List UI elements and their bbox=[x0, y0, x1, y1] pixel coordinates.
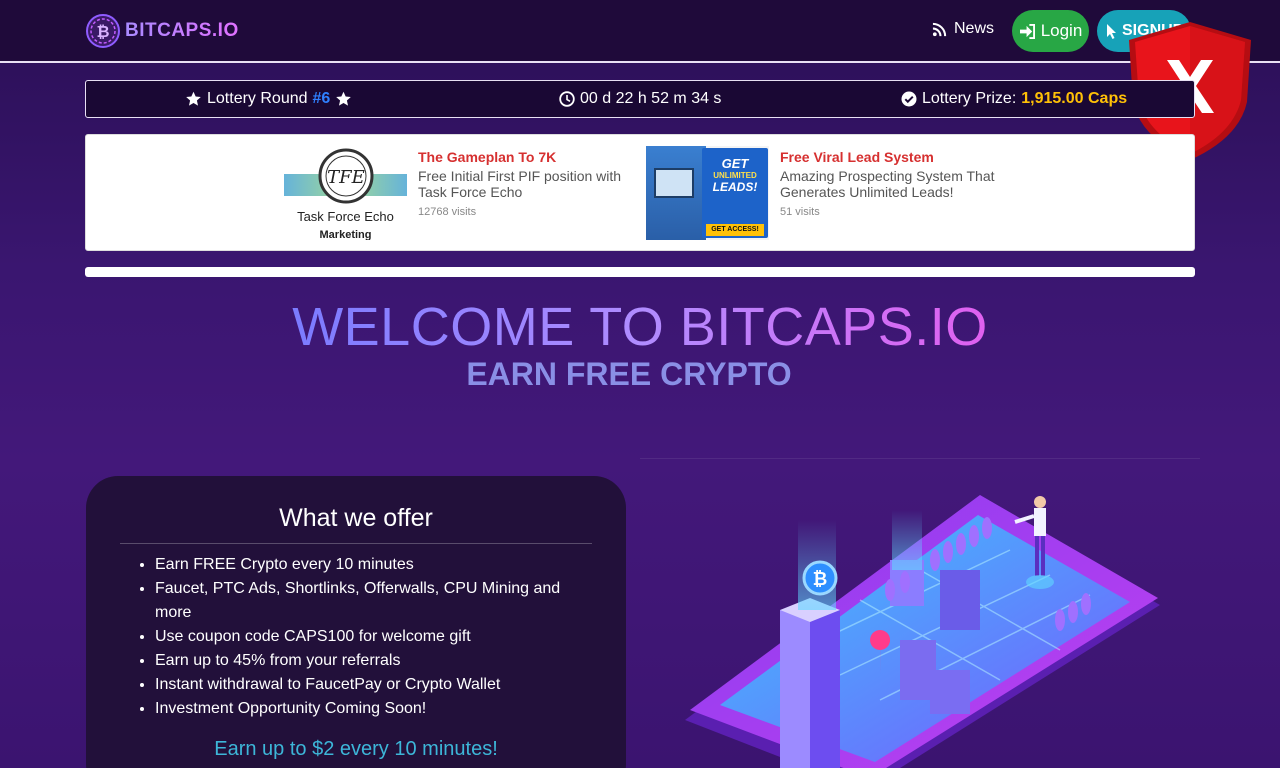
check-circle-icon bbox=[901, 91, 917, 107]
nav-news-label: News bbox=[954, 20, 995, 37]
nav-news-link[interactable]: News bbox=[932, 20, 994, 38]
brand-name: BITCAPS.IO bbox=[125, 20, 239, 41]
cursor-icon bbox=[1107, 24, 1116, 39]
svg-text:TFE: TFE bbox=[327, 167, 365, 188]
ad-description: Amazing Prospecting System That Generate… bbox=[780, 168, 995, 200]
navbar: ₿ BITCAPS.IO News Login SIGNUP bbox=[0, 0, 1280, 63]
ad-image-cta: GET ACCESS! bbox=[706, 224, 764, 236]
lottery-prize-label: Lottery Prize: bbox=[922, 90, 1017, 107]
ad-title[interactable]: Free Viral Lead System bbox=[780, 149, 1000, 165]
lottery-bar: Lottery Round #6 00 d 22 h 52 m 34 s Lot… bbox=[85, 80, 1195, 118]
ads-panel: TFE Task Force Echo Marketing The Gamepl… bbox=[85, 134, 1195, 251]
hero-title: WELCOME TO BITCAPS.IO bbox=[0, 296, 1280, 358]
offer-divider bbox=[120, 543, 592, 544]
rss-icon bbox=[932, 22, 947, 36]
ad-item[interactable]: TFE Task Force Echo Marketing The Gamepl… bbox=[284, 146, 638, 240]
ad-image-caption-2: Marketing bbox=[319, 229, 372, 240]
ad-title[interactable]: The Gameplan To 7K bbox=[418, 149, 638, 165]
star-icon bbox=[186, 91, 201, 106]
offer-item: Investment Opportunity Coming Soon! bbox=[155, 697, 575, 721]
login-label: Login bbox=[1040, 21, 1083, 40]
ad-image[interactable]: GET UNLIMITED LEADS! GET ACCESS! bbox=[646, 146, 769, 240]
svg-text:₿: ₿ bbox=[813, 569, 828, 590]
lottery-prize-value: 1,915.00 Caps bbox=[1021, 90, 1128, 107]
clock-icon bbox=[559, 91, 575, 107]
tfe-logo-icon: TFE bbox=[318, 148, 374, 204]
bitcoin-logo-icon: ₿ bbox=[86, 14, 120, 48]
ad-visits: 51 visits bbox=[780, 206, 820, 218]
lottery-round-number: #6 bbox=[312, 90, 331, 107]
ad-image[interactable]: TFE Task Force Echo Marketing bbox=[284, 146, 407, 240]
star-icon bbox=[336, 91, 352, 106]
ad-visits: 12768 visits bbox=[418, 206, 477, 218]
ad-image-headline-1: GET bbox=[721, 156, 749, 171]
sign-in-icon bbox=[1019, 23, 1035, 39]
offer-card: What we offer Earn FREE Crypto every 10 … bbox=[86, 476, 626, 768]
login-button[interactable]: Login bbox=[1012, 10, 1089, 52]
ad-image-caption: Task Force Echo bbox=[297, 209, 394, 224]
hero-title-text: WELCOME TO BITCAPS.IO bbox=[292, 297, 988, 357]
ad-text: The Gameplan To 7K Free Initial First PI… bbox=[418, 146, 638, 240]
svg-text:₿: ₿ bbox=[96, 22, 109, 41]
crypto-city-illustration: ₿ bbox=[685, 495, 1160, 768]
lottery-round: Lottery Round #6 bbox=[185, 90, 352, 108]
hero-subtitle: EARN FREE CRYPTO bbox=[466, 356, 792, 392]
lottery-prize: Lottery Prize: 1,915.00 Caps bbox=[901, 90, 1127, 108]
offer-list: Earn FREE Crypto every 10 minutes Faucet… bbox=[155, 553, 575, 721]
ad-image-headline-3: LEADS! bbox=[712, 180, 758, 194]
separator-bar bbox=[85, 267, 1195, 277]
offer-earn-text: Earn up to $2 every 10 minutes! bbox=[214, 738, 498, 760]
lottery-round-label: Lottery Round bbox=[207, 90, 308, 107]
ad-text: Free Viral Lead System Amazing Prospecti… bbox=[780, 146, 1000, 240]
offer-item: Use coupon code CAPS100 for welcome gift bbox=[155, 625, 575, 649]
offer-item: Faucet, PTC Ads, Shortlinks, Offerwalls,… bbox=[155, 577, 575, 625]
offer-item: Earn up to 45% from your referrals bbox=[155, 649, 575, 673]
lottery-timer: 00 d 22 h 52 m 34 s bbox=[559, 90, 721, 108]
brand[interactable]: ₿ BITCAPS.IO bbox=[85, 13, 239, 49]
ad-image-headline-2: UNLIMITED bbox=[713, 171, 757, 180]
offer-item: Earn FREE Crypto every 10 minutes bbox=[155, 553, 575, 577]
ad-description: Free Initial First PIF position with Tas… bbox=[418, 168, 622, 200]
offer-item: Instant withdrawal to FaucetPay or Crypt… bbox=[155, 673, 575, 697]
lottery-timer-value: 00 d 22 h 52 m 34 s bbox=[580, 90, 722, 107]
divider bbox=[640, 458, 1200, 459]
ad-item[interactable]: GET UNLIMITED LEADS! GET ACCESS! Free Vi… bbox=[646, 146, 1000, 240]
offer-title: What we offer bbox=[279, 504, 433, 532]
